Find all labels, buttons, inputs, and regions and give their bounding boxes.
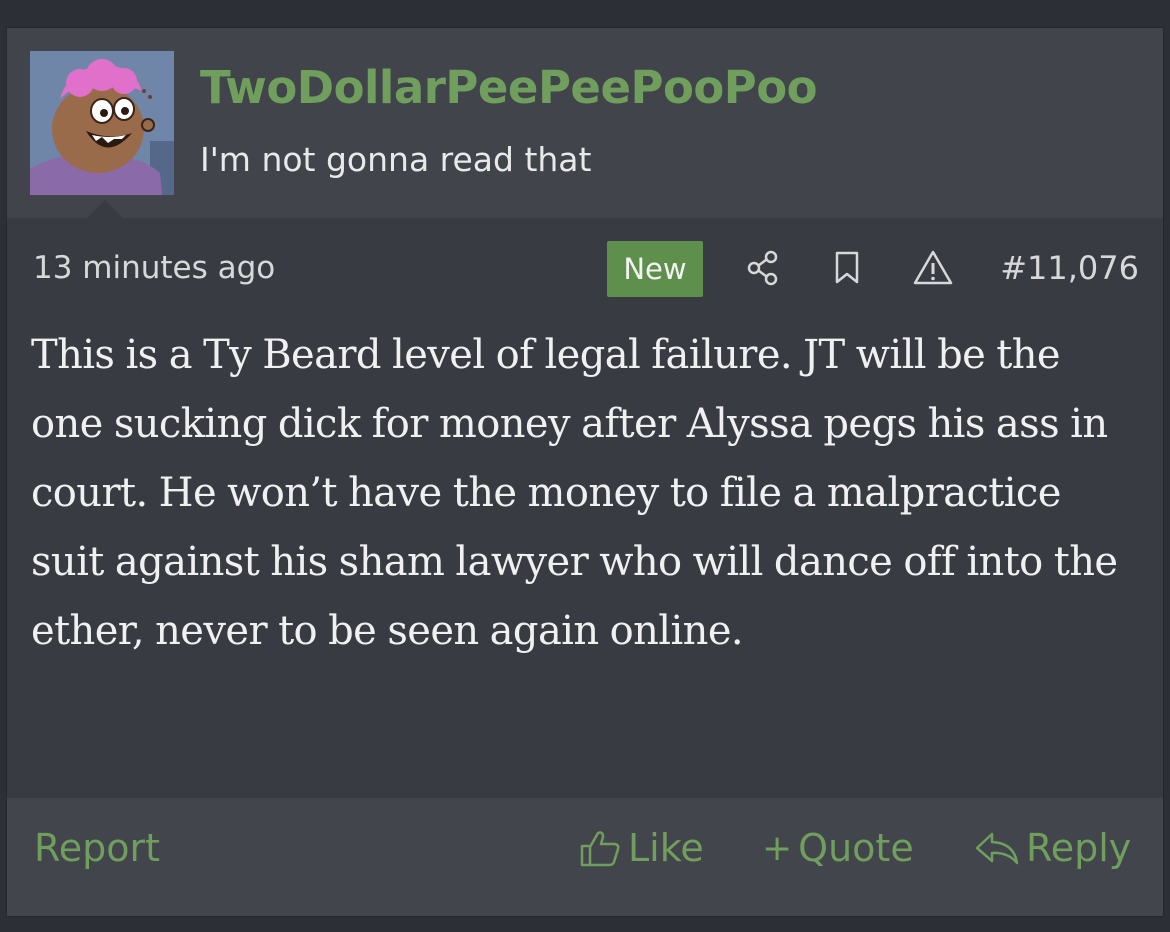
post-meta-row: 13 minutes ago New #11,076 — [7, 238, 1163, 300]
thumbs-up-icon — [580, 831, 620, 867]
report-label: Report — [34, 826, 160, 870]
quote-button[interactable]: + Quote — [762, 826, 914, 870]
header-pointer — [87, 200, 123, 218]
like-button[interactable]: Like — [578, 826, 704, 870]
forum-post: TwoDollarPeePeePooPoo I'm not gonna read… — [7, 28, 1163, 916]
post-user-header: TwoDollarPeePeePooPoo I'm not gonna read… — [7, 28, 1163, 218]
reply-label: Reply — [1026, 826, 1132, 870]
plus-icon: + — [762, 827, 793, 869]
share-icon[interactable] — [744, 248, 784, 288]
post-number[interactable]: #11,076 — [1000, 249, 1139, 287]
post-footer: Report Like + Quote Reply — [7, 798, 1163, 916]
user-title: I'm not gonna read that — [200, 140, 592, 179]
reply-button[interactable]: Reply — [974, 826, 1131, 870]
post-timestamp[interactable]: 13 minutes ago — [33, 250, 275, 286]
report-button[interactable]: Report — [34, 826, 160, 870]
avatar-image — [30, 51, 174, 195]
quote-label: Quote — [798, 826, 914, 870]
new-badge: New — [607, 241, 703, 297]
like-label: Like — [628, 826, 704, 870]
post-body: This is a Ty Beard level of legal failur… — [31, 332, 1118, 654]
reply-arrow-icon — [975, 832, 1019, 865]
warning-icon[interactable] — [913, 248, 953, 288]
bookmark-icon[interactable] — [830, 248, 870, 288]
avatar[interactable] — [30, 51, 174, 195]
username[interactable]: TwoDollarPeePeePooPoo — [200, 61, 818, 114]
